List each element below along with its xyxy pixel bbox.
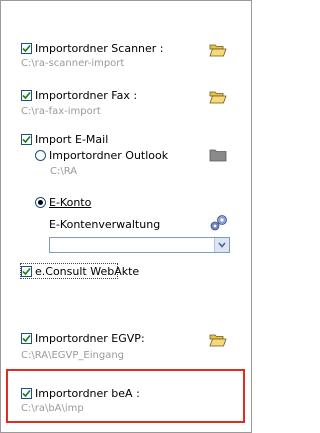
egvp-folder-button[interactable] [207, 330, 229, 350]
outlook-label: Importordner Outlook [49, 149, 169, 162]
bea-checkbox[interactable] [21, 388, 32, 399]
econsult-checkbox[interactable] [21, 266, 32, 277]
fax-folder-button[interactable] [207, 87, 229, 107]
kontenverwaltung-settings-button[interactable] [208, 213, 230, 233]
fax-checkbox[interactable] [21, 90, 32, 101]
email-checkbox[interactable] [21, 134, 32, 145]
scanner-checkbox[interactable] [21, 43, 32, 54]
outlook-radio[interactable] [35, 150, 46, 161]
bea-label: Importordner beA : [35, 387, 140, 400]
outlook-folder-button[interactable] [207, 145, 229, 165]
ekonto-radio[interactable] [35, 197, 46, 208]
econsult-checkbox-row[interactable]: e.Consult WebAkte [21, 265, 139, 278]
outlook-path: C:\RA [50, 166, 78, 177]
bea-path: C:\ra\bA\imp [21, 403, 84, 414]
fax-label: Importordner Fax : [35, 89, 138, 102]
scanner-label: Importordner Scanner : [35, 42, 164, 55]
scanner-folder-button[interactable] [207, 40, 229, 60]
bea-checkbox-row[interactable]: Importordner beA : [21, 387, 140, 400]
outlook-radio-row[interactable]: Importordner Outlook [35, 149, 168, 162]
egvp-checkbox-row[interactable]: Importordner EGVP: [21, 332, 145, 345]
scanner-checkbox-row[interactable]: Importordner Scanner : [21, 42, 164, 55]
fax-path: C:\ra-fax-import [21, 106, 101, 117]
egvp-path: C:\RA\EGVP_Eingang [21, 350, 125, 361]
ekonto-dropdown[interactable] [49, 237, 230, 253]
kontenverwaltung-label: E-Kontenverwaltung [49, 218, 161, 231]
email-label: Import E-Mail [35, 133, 109, 146]
gears-icon [210, 215, 227, 231]
folder-open-icon [209, 44, 227, 57]
chevron-down-icon [218, 242, 226, 248]
dropdown-arrow-button[interactable] [214, 238, 229, 252]
folder-open-icon [209, 334, 227, 347]
kontenverwaltung-row: E-Kontenverwaltung [49, 218, 160, 231]
ekonto-radio-row[interactable]: E-Konto [35, 196, 91, 209]
folder-open-icon [209, 91, 227, 104]
fax-checkbox-row[interactable]: Importordner Fax : [21, 89, 137, 102]
email-checkbox-row[interactable]: Import E-Mail [21, 133, 108, 146]
scanner-path: C:\ra-scanner-import [21, 58, 125, 69]
ekonto-label: E-Konto [49, 196, 92, 209]
egvp-label: Importordner EGVP: [35, 332, 145, 345]
folder-icon [209, 149, 227, 162]
econsult-label: e.Consult WebAkte [35, 265, 140, 278]
egvp-checkbox[interactable] [21, 333, 32, 344]
